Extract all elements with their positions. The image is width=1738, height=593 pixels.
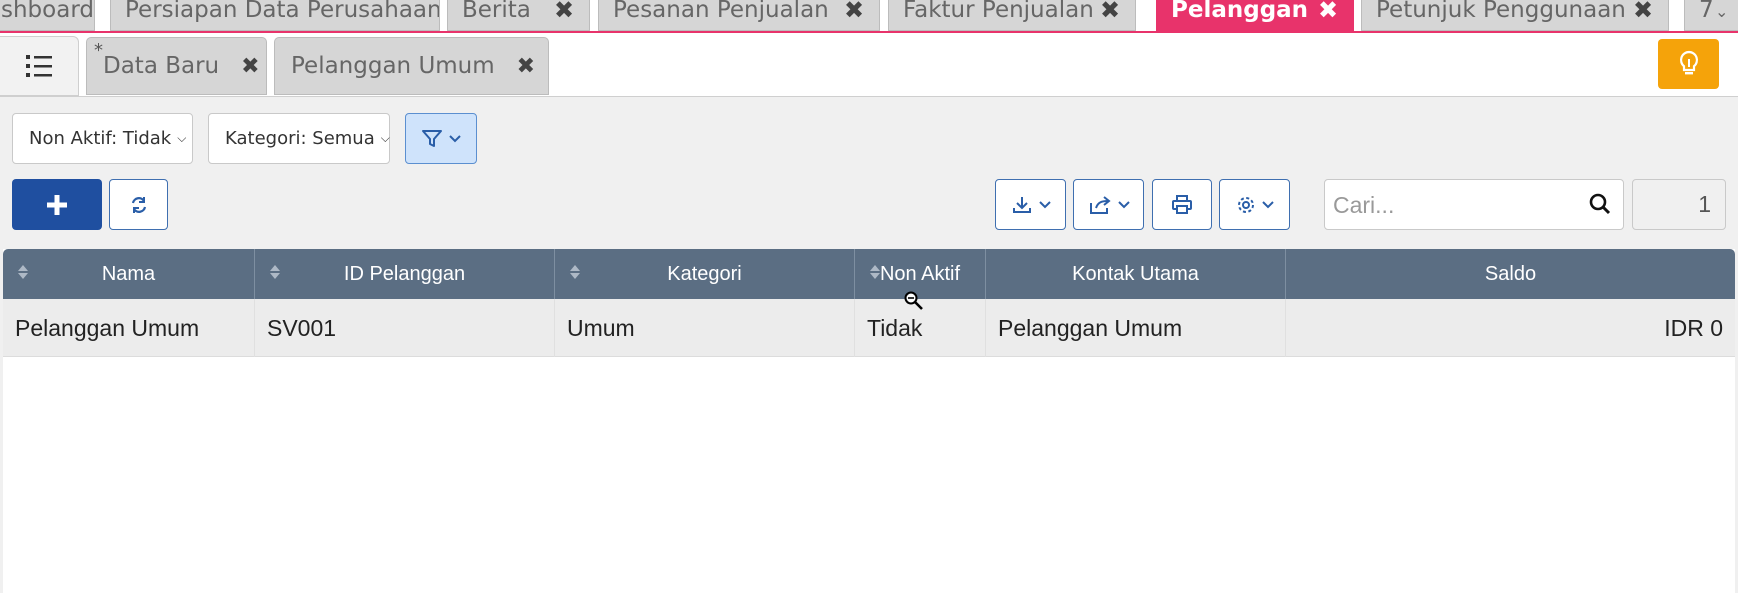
tab-berita[interactable]: Berita ✖ xyxy=(447,0,590,31)
tab-overflow-menu[interactable]: 7 ⌄ xyxy=(1684,0,1738,31)
menu-toggle-button[interactable] xyxy=(0,36,79,96)
column-header-kategori[interactable]: Kategori xyxy=(555,249,855,299)
sort-icon[interactable] xyxy=(569,263,581,286)
table-header: Nama ID Pelanggan Kategori Non Aktif Kon… xyxy=(3,249,1735,299)
chevron-down-icon: ⌄ xyxy=(1715,2,1729,21)
close-icon[interactable]: ✖ xyxy=(517,54,535,79)
tab-dashboard[interactable]: shboard xyxy=(0,0,95,31)
page-number-field[interactable]: 1 xyxy=(1632,179,1726,230)
close-icon[interactable]: ✖ xyxy=(1318,0,1338,22)
main-content: Non Aktif: Tidak ⌵ Kategori: Semua ⌵ Car… xyxy=(0,97,1738,593)
doc-tab-data-baru[interactable]: * Data Baru ✖ xyxy=(86,37,267,95)
tab-label: Pelanggan xyxy=(1171,0,1309,23)
refresh-icon xyxy=(131,196,146,213)
filter-non-aktif[interactable]: Non Aktif: Tidak ⌵ xyxy=(12,113,193,164)
column-label: Kategori xyxy=(667,262,742,285)
advanced-filter-button[interactable] xyxy=(405,113,477,164)
cell-nama: Pelanggan Umum xyxy=(3,299,255,357)
tab-petunjuk-penggunaan[interactable]: Petunjuk Penggunaan ✖ xyxy=(1361,0,1669,31)
tab-faktur-penjualan[interactable]: Faktur Penjualan ✖ xyxy=(888,0,1136,31)
customer-table: Nama ID Pelanggan Kategori Non Aktif Kon… xyxy=(3,249,1735,593)
column-header-id-pelanggan[interactable]: ID Pelanggan xyxy=(255,249,555,299)
cell-kontak-utama: Pelanggan Umum xyxy=(986,299,1286,357)
column-header-saldo[interactable]: Saldo xyxy=(1286,249,1735,299)
tab-label: Berita xyxy=(462,0,531,23)
cell-saldo: IDR 0 xyxy=(1664,314,1723,341)
download-icon xyxy=(1012,196,1031,213)
add-button[interactable] xyxy=(12,179,102,230)
doc-tab-label: Pelanggan Umum xyxy=(291,53,495,79)
column-label: Saldo xyxy=(1484,262,1537,285)
share-icon xyxy=(1089,195,1111,214)
table-row[interactable]: Pelanggan Umum SV001 Umum Tidak Pelangga… xyxy=(3,299,1735,357)
tab-pesanan-penjualan[interactable]: Pesanan Penjualan ✖ xyxy=(598,0,880,31)
print-button[interactable] xyxy=(1152,179,1212,230)
tab-label: Faktur Penjualan xyxy=(903,0,1094,23)
chevron-down-icon xyxy=(1038,200,1051,208)
chevron-down-icon: ⌵ xyxy=(177,131,187,145)
document-tab-bar: * Data Baru ✖ Pelanggan Umum ✖ xyxy=(0,33,1738,97)
sort-icon[interactable] xyxy=(17,263,29,286)
lightbulb-icon xyxy=(1679,50,1698,75)
column-header-kontak-utama[interactable]: Kontak Utama xyxy=(986,249,1286,299)
download-button[interactable] xyxy=(995,179,1066,230)
close-icon[interactable]: ✖ xyxy=(554,0,574,22)
cell-id-pelanggan: SV001 xyxy=(255,299,555,357)
close-icon[interactable]: ✖ xyxy=(241,54,259,79)
doc-tab-pelanggan-umum[interactable]: Pelanggan Umum ✖ xyxy=(274,37,549,95)
tips-button[interactable] xyxy=(1658,39,1719,89)
column-label: Nama xyxy=(101,262,156,285)
close-icon[interactable]: ✖ xyxy=(1100,0,1120,22)
column-label: ID Pelanggan xyxy=(343,262,466,285)
search-icon[interactable] xyxy=(1589,193,1611,219)
search-box xyxy=(1324,179,1624,230)
filter-label: Kategori: Semua xyxy=(225,128,375,149)
gear-icon xyxy=(1237,196,1254,213)
close-icon[interactable]: ✖ xyxy=(1633,0,1653,22)
column-header-nama[interactable]: Nama xyxy=(3,249,255,299)
module-tab-bar: shboard Persiapan Data Perusahaan Berita… xyxy=(0,0,1738,33)
plus-icon xyxy=(47,194,67,215)
tab-persiapan-data-perusahaan[interactable]: Persiapan Data Perusahaan xyxy=(110,0,440,31)
tab-label: Pesanan Penjualan xyxy=(613,0,829,23)
tab-label: Persiapan Data Perusahaan xyxy=(125,0,440,23)
tab-label: shboard xyxy=(1,0,94,23)
share-button[interactable] xyxy=(1073,179,1144,230)
list-icon xyxy=(26,55,52,77)
chevron-down-icon xyxy=(1261,200,1274,208)
filter-label: Non Aktif: Tidak xyxy=(29,128,172,149)
chevron-down-icon: ⌵ xyxy=(380,131,390,145)
zoom-cursor-icon xyxy=(904,291,923,310)
printer-icon xyxy=(1172,194,1192,214)
tab-label: Petunjuk Penggunaan xyxy=(1376,0,1626,23)
settings-button[interactable] xyxy=(1219,179,1290,230)
chevron-down-icon xyxy=(449,134,461,142)
tab-pelanggan[interactable]: Pelanggan ✖ xyxy=(1156,0,1354,31)
filter-kategori[interactable]: Kategori: Semua ⌵ xyxy=(208,113,390,164)
tab-label: 7 xyxy=(1699,0,1714,23)
cell-kategori: Umum xyxy=(555,299,855,357)
column-label: Kontak Utama xyxy=(1072,262,1199,285)
search-input[interactable] xyxy=(1333,188,1573,222)
close-icon[interactable]: ✖ xyxy=(844,0,864,22)
funnel-icon xyxy=(422,129,442,147)
column-label: Non Aktif xyxy=(879,262,961,285)
chevron-down-icon xyxy=(1117,200,1130,208)
sort-icon[interactable] xyxy=(269,263,281,286)
doc-tab-label: Data Baru xyxy=(103,53,220,79)
refresh-button[interactable] xyxy=(109,179,168,230)
sort-icon[interactable] xyxy=(869,263,881,286)
unsaved-marker: * xyxy=(94,40,103,61)
